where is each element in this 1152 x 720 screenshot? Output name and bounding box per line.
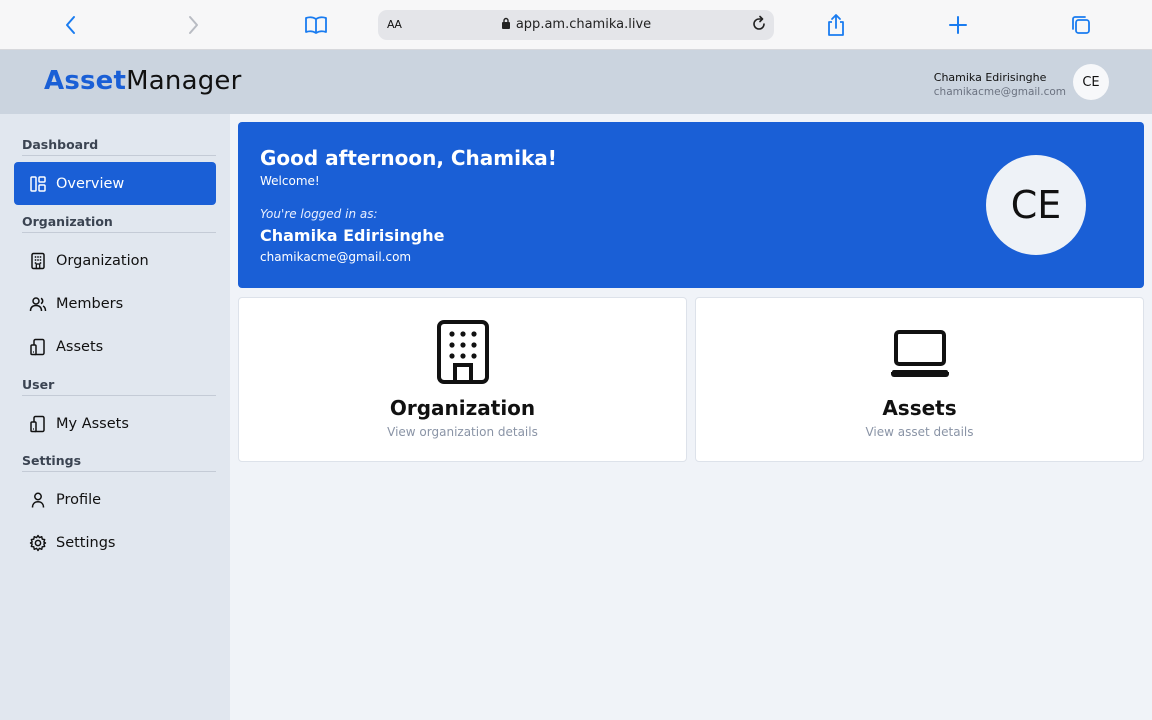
welcome-banner: Good afternoon, Chamika! Welcome! You're… [238, 122, 1144, 288]
assets-card[interactable]: Assets View asset details [695, 297, 1144, 462]
logged-in-email: chamikacme@gmail.com [260, 250, 412, 264]
reload-icon[interactable] [750, 15, 768, 37]
logged-in-name: Chamika Edirisinghe [260, 226, 445, 245]
header-user-email: chamikacme@gmail.com [933, 86, 1066, 98]
header-user-info[interactable]: Chamika Edirisinghe chamikacme@gmail.com [934, 71, 1066, 99]
url-text: app.am.chamika.live [515, 17, 652, 32]
building-icon [239, 320, 686, 384]
share-icon[interactable] [822, 11, 850, 39]
browser-toolbar: AA app.am.chamika.live [0, 0, 1152, 50]
sidebar-section-dashboard: Dashboard [22, 137, 99, 152]
sidebar-item-label: My Assets [56, 415, 129, 432]
sidebar: Dashboard Overview Organization Organiza… [0, 114, 230, 720]
gear-icon [28, 533, 48, 553]
avatar[interactable]: CE [1073, 64, 1109, 100]
divider [22, 232, 216, 233]
new-tab-icon[interactable] [944, 11, 972, 39]
devices-icon [28, 414, 48, 434]
sidebar-item-overview[interactable]: Overview [14, 162, 216, 205]
sidebar-item-label: Organization [56, 252, 149, 269]
card-subtitle: View organization details [387, 425, 538, 439]
divider [22, 471, 216, 472]
card-title: Assets [882, 396, 957, 420]
app-header: AssetManager Chamika Edirisinghe chamika… [0, 50, 1152, 114]
card-title: Organization [389, 396, 536, 420]
logged-in-label: You're logged in as: [260, 207, 378, 221]
card-subtitle: View asset details [865, 425, 974, 439]
divider [22, 155, 216, 156]
sidebar-section-organization: Organization [22, 214, 113, 229]
sidebar-item-label: Assets [56, 338, 104, 355]
sidebar-item-assets[interactable]: Assets [14, 325, 216, 368]
tabs-icon[interactable] [1067, 11, 1095, 39]
lock-icon [501, 17, 511, 33]
divider [22, 395, 216, 396]
devices-icon [28, 337, 48, 357]
greeting-heading: Good afternoon, Chamika! [260, 146, 557, 170]
back-icon[interactable] [57, 11, 85, 39]
sidebar-item-profile[interactable]: Profile [14, 478, 216, 521]
building-icon [28, 251, 48, 271]
header-user-name: Chamika Edirisinghe [933, 71, 1047, 84]
layout-icon [28, 174, 48, 194]
laptop-icon [696, 320, 1143, 380]
logo-part-asset: Asset [44, 66, 127, 96]
app-logo[interactable]: AssetManager [44, 66, 242, 96]
sidebar-item-members[interactable]: Members [14, 282, 216, 325]
organization-card[interactable]: Organization View organization details [238, 297, 687, 462]
sidebar-item-organization[interactable]: Organization [14, 239, 216, 282]
sidebar-item-label: Profile [56, 491, 102, 508]
sidebar-item-label: Settings [56, 534, 116, 551]
sidebar-item-settings[interactable]: Settings [14, 521, 216, 564]
sidebar-item-label: Overview [56, 175, 125, 192]
sidebar-section-user: User [22, 377, 55, 392]
logo-part-manager: Manager [126, 66, 242, 96]
welcome-text: Welcome! [260, 174, 320, 188]
sidebar-section-settings: Settings [22, 453, 82, 468]
users-icon [28, 294, 48, 314]
avatar-large: CE [986, 155, 1086, 255]
address-bar[interactable]: AA app.am.chamika.live [378, 10, 774, 40]
sidebar-item-my-assets[interactable]: My Assets [14, 402, 216, 445]
bookmarks-icon[interactable] [302, 11, 330, 39]
forward-icon[interactable] [179, 11, 207, 39]
user-icon [28, 490, 48, 510]
sidebar-item-label: Members [56, 295, 124, 312]
